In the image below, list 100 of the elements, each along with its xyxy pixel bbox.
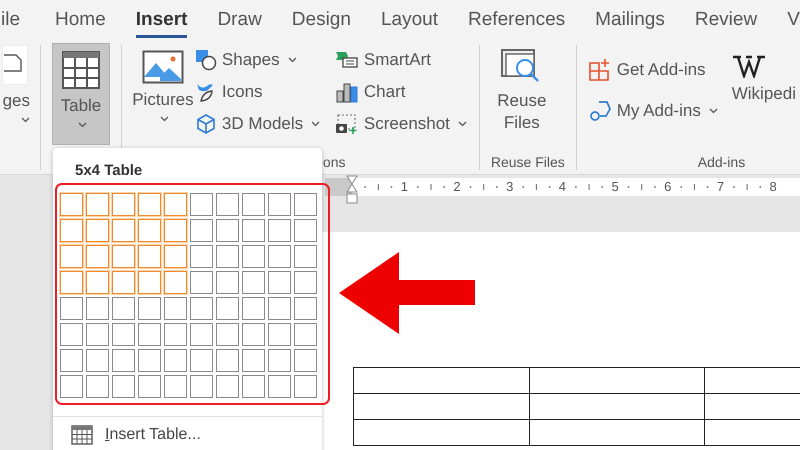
grid-cell[interactable] — [138, 375, 161, 398]
grid-cell[interactable] — [86, 219, 109, 242]
wikipedia-button[interactable]: Wikipedi — [728, 40, 800, 124]
grid-cell[interactable] — [242, 375, 265, 398]
grid-cell[interactable] — [164, 245, 187, 268]
grid-cell[interactable] — [216, 193, 239, 216]
ribbon-tab[interactable]: ile — [0, 0, 40, 40]
grid-cell[interactable] — [60, 271, 83, 294]
grid-cell[interactable] — [138, 297, 161, 320]
grid-cell[interactable] — [294, 245, 317, 268]
grid-cell[interactable] — [268, 349, 291, 372]
grid-cell[interactable] — [216, 297, 239, 320]
grid-cell[interactable] — [86, 271, 109, 294]
grid-cell[interactable] — [86, 297, 109, 320]
grid-cell[interactable] — [164, 271, 187, 294]
table-button[interactable]: Table — [52, 43, 110, 145]
ribbon-tab[interactable]: V — [772, 0, 800, 40]
grid-cell[interactable] — [86, 193, 109, 216]
grid-cell[interactable] — [112, 245, 135, 268]
grid-cell[interactable] — [242, 219, 265, 242]
grid-cell[interactable] — [190, 271, 213, 294]
grid-cell[interactable] — [112, 349, 135, 372]
grid-cell[interactable] — [242, 349, 265, 372]
grid-cell[interactable] — [216, 349, 239, 372]
grid-cell[interactable] — [294, 323, 317, 346]
ribbon-button[interactable]: Shapes — [194, 46, 335, 73]
grid-cell[interactable] — [138, 219, 161, 242]
grid-cell[interactable] — [112, 193, 135, 216]
grid-cell[interactable] — [112, 297, 135, 320]
grid-cell[interactable] — [164, 375, 187, 398]
grid-cell[interactable] — [242, 271, 265, 294]
grid-cell[interactable] — [86, 375, 109, 398]
ribbon-button[interactable]: Icons — [194, 78, 335, 105]
grid-cell[interactable] — [112, 271, 135, 294]
grid-cell[interactable] — [164, 193, 187, 216]
ribbon-button[interactable]: Chart — [334, 78, 468, 105]
grid-cell[interactable] — [268, 271, 291, 294]
grid-cell[interactable] — [164, 219, 187, 242]
grid-cell[interactable] — [164, 297, 187, 320]
grid-cell[interactable] — [190, 245, 213, 268]
grid-cell[interactable] — [242, 297, 265, 320]
grid-cell[interactable] — [216, 271, 239, 294]
ribbon-button[interactable]: SmartArt — [334, 46, 468, 73]
grid-cell[interactable] — [60, 219, 83, 242]
grid-cell[interactable] — [112, 323, 135, 346]
grid-cell[interactable] — [138, 323, 161, 346]
ribbon-button[interactable]: 3D Models — [194, 110, 335, 137]
ribbon-button[interactable]: Screenshot — [334, 110, 468, 137]
ribbon-tab[interactable]: Review — [680, 0, 772, 40]
grid-cell[interactable] — [216, 219, 239, 242]
grid-cell[interactable] — [268, 245, 291, 268]
ribbon-tab[interactable]: Design — [276, 0, 366, 40]
grid-cell[interactable] — [60, 297, 83, 320]
grid-cell[interactable] — [86, 349, 109, 372]
grid-cell[interactable] — [216, 323, 239, 346]
menu-item[interactable]: Insert Table... — [53, 417, 201, 445]
grid-cell[interactable] — [190, 219, 213, 242]
grid-cell[interactable] — [112, 219, 135, 242]
ribbon-tab[interactable]: Insert — [120, 0, 202, 40]
ribbon-tab[interactable]: References — [453, 0, 580, 40]
grid-cell[interactable] — [294, 349, 317, 372]
grid-cell[interactable] — [268, 323, 291, 346]
grid-cell[interactable] — [294, 375, 317, 398]
grid-cell[interactable] — [190, 349, 213, 372]
ribbon-button[interactable]: My Add-ins — [588, 97, 728, 124]
grid-cell[interactable] — [242, 193, 265, 216]
grid-cell[interactable] — [190, 193, 213, 216]
grid-cell[interactable] — [86, 245, 109, 268]
grid-cell[interactable] — [190, 297, 213, 320]
grid-cell[interactable] — [138, 245, 161, 268]
grid-cell[interactable] — [86, 323, 109, 346]
grid-cell[interactable] — [60, 193, 83, 216]
grid-cell[interactable] — [190, 323, 213, 346]
grid-cell[interactable] — [294, 271, 317, 294]
grid-cell[interactable] — [268, 297, 291, 320]
grid-cell[interactable] — [138, 349, 161, 372]
reuse-files-button[interactable]: Reuse Files — [490, 40, 553, 138]
grid-cell[interactable] — [268, 219, 291, 242]
grid-cell[interactable] — [294, 297, 317, 320]
ribbon-tab[interactable]: Draw — [202, 0, 277, 40]
pages-button[interactable]: ges — [0, 39, 30, 127]
indent-marker-icon[interactable] — [346, 175, 358, 205]
grid-cell[interactable] — [242, 245, 265, 268]
ribbon-button[interactable]: Get Add-ins — [588, 56, 728, 83]
grid-cell[interactable] — [138, 193, 161, 216]
grid-cell[interactable] — [60, 349, 83, 372]
grid-cell[interactable] — [216, 375, 239, 398]
grid-cell[interactable] — [294, 219, 317, 242]
grid-cell[interactable] — [60, 245, 83, 268]
grid-cell[interactable] — [164, 323, 187, 346]
grid-cell[interactable] — [242, 323, 265, 346]
grid-cell[interactable] — [268, 193, 291, 216]
grid-cell[interactable] — [294, 193, 317, 216]
grid-cell[interactable] — [190, 375, 213, 398]
grid-cell[interactable] — [268, 375, 291, 398]
grid-cell[interactable] — [164, 349, 187, 372]
ribbon-tab[interactable]: Mailings — [580, 0, 680, 40]
grid-cell[interactable] — [60, 375, 83, 398]
grid-cell[interactable] — [60, 323, 83, 346]
grid-cell[interactable] — [112, 375, 135, 398]
